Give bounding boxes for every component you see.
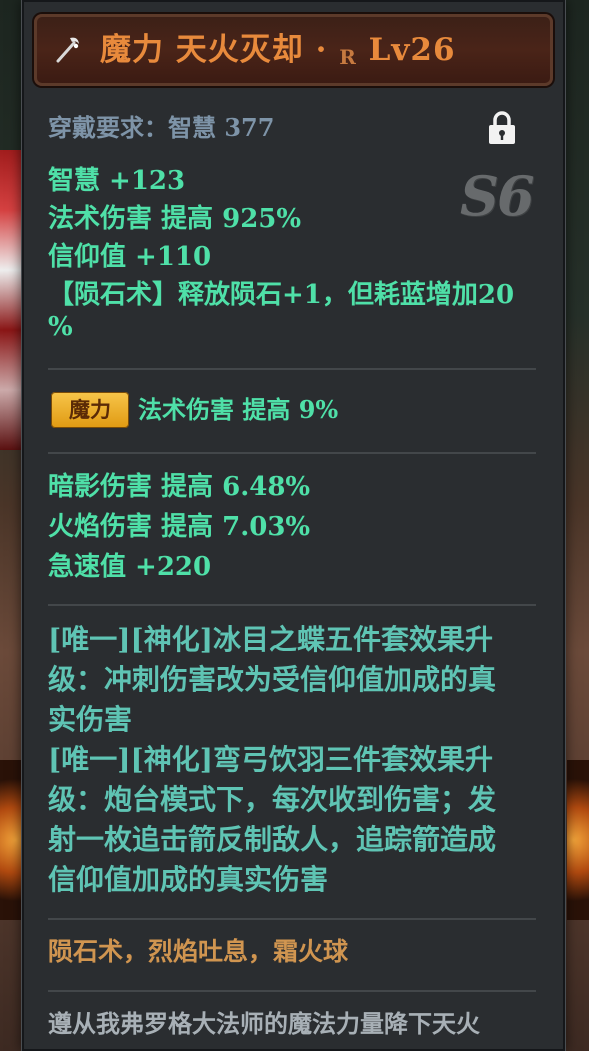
item-tooltip-panel: 魔力 天火灭却 · R Lv26 穿戴要求：智慧 377 S6 智慧 +123 … — [21, 0, 566, 1051]
wand-icon — [56, 37, 79, 63]
set-effect-line: [唯一][神化]冰目之蝶五件套效果升 — [48, 623, 493, 656]
background-fire-left — [0, 760, 22, 920]
item-level: Lv26 — [368, 32, 456, 68]
set-effect-line: [唯一][神化]弯弓饮羽三件套效果升 — [48, 743, 493, 776]
item-name: 魔力 天火灭却 · — [100, 32, 328, 68]
set-effect-line: 信仰值加成的真实伤害 — [48, 863, 329, 896]
lock-icon[interactable] — [486, 110, 518, 146]
set-effect-line: 级：冲刺伤害改为受信仰值加成的真 — [48, 663, 497, 696]
set-effect-line: 实伤害 — [48, 703, 133, 736]
item-header: 魔力 天火灭却 · R Lv26 — [34, 14, 553, 86]
stat-line: 暗影伤害 提高 6.48% — [48, 472, 311, 502]
stat-line: % — [48, 312, 73, 342]
section-divider — [48, 990, 536, 992]
section-divider — [48, 604, 536, 606]
enchant-text: 法术伤害 提高 9% — [138, 395, 339, 424]
section-divider — [48, 452, 536, 454]
section-divider — [48, 918, 536, 920]
stat-line: 信仰值 +110 — [48, 242, 212, 272]
related-skills: 陨石术，烈焰吐息，霜火球 — [48, 937, 349, 966]
set-effect-line: 级：炮台模式下，每次收到伤害；发 — [48, 783, 497, 816]
stat-line: 智慧 +123 — [48, 166, 186, 196]
background-fire-right — [567, 760, 589, 920]
set-effect-line: 射一枚追击箭反制敌人，追踪箭造成 — [48, 823, 497, 856]
item-rank: R — [339, 45, 357, 69]
section-divider — [48, 368, 536, 370]
stat-line: 急速值 +220 — [48, 552, 212, 582]
season-mark: S6 — [460, 164, 535, 228]
stat-line: 火焰伤害 提高 7.03% — [48, 512, 311, 542]
enchant-badge: 魔力 — [51, 392, 129, 428]
item-title: 魔力 天火灭却 · R Lv26 — [100, 28, 456, 72]
stat-line: 【陨石术】释放陨石+1，但耗蓝增加20 — [48, 280, 515, 310]
wear-requirement: 穿戴要求：智慧 377 — [48, 113, 275, 142]
stat-line: 法术伤害 提高 925% — [48, 204, 302, 234]
lore-text: 遵从我弗罗格大法师的魔法力量降下天火 — [48, 1009, 480, 1038]
background-character-edge — [0, 150, 22, 450]
